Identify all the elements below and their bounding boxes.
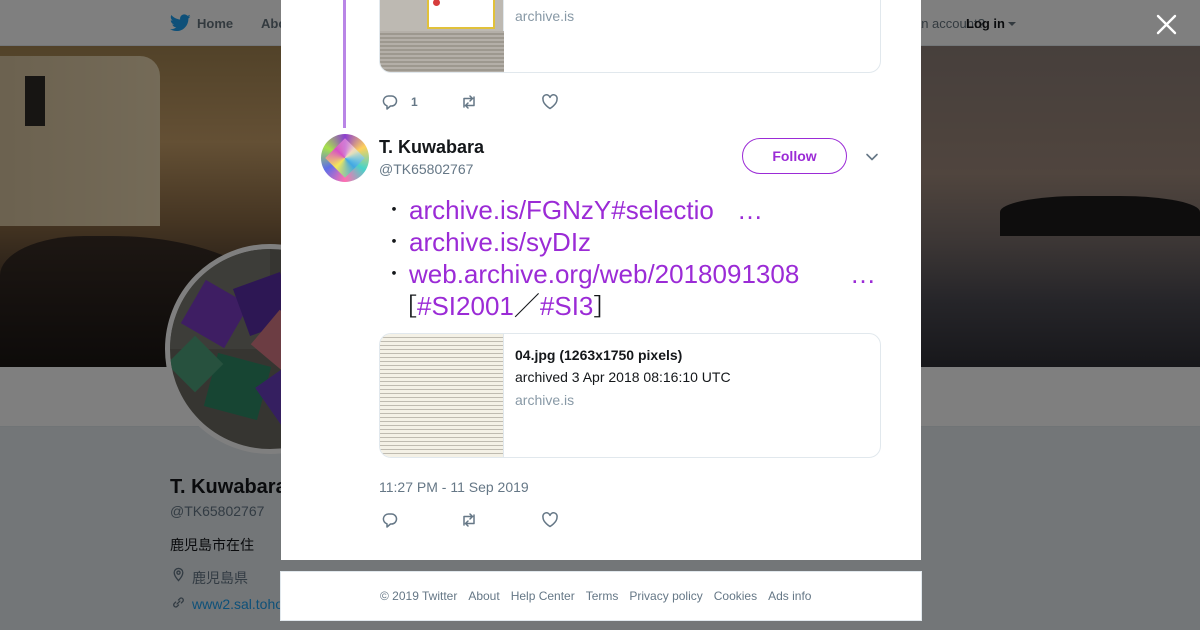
tweet-line: ・ web.archive.org/web/2018091308 … [385, 258, 885, 290]
footer-link-privacy[interactable]: Privacy policy [629, 589, 702, 603]
thumbnail-dot [433, 0, 440, 6]
tag-separator: ／ [513, 291, 540, 321]
link-card[interactable]: 04.jpg (1263x1750 pixels) archived 3 Apr… [379, 333, 881, 458]
thumbnail-text-lines [380, 31, 504, 72]
footer-copyright: © 2019 Twitter [380, 589, 458, 603]
retweet-icon [463, 513, 475, 527]
like-icon [542, 512, 558, 528]
retweet-action[interactable] [460, 511, 478, 529]
bullet: ・ [385, 232, 403, 252]
tweet-link[interactable]: archive.is/FGNzY#selectio [409, 194, 714, 226]
chevron-down-icon[interactable] [865, 150, 879, 164]
footer-links: © 2019 Twitter About Help Center Terms P… [380, 589, 811, 603]
reply-icon [382, 95, 398, 110]
link-ellipsis: … [737, 195, 763, 225]
tweet-line: ・ archive.is/syDIz [385, 226, 885, 258]
card-thumbnail [380, 0, 504, 72]
card-domain: archive.is [515, 392, 575, 408]
author-handle[interactable]: @TK65802767 [379, 161, 473, 177]
card-title: 04.jpg (1263x1750 pixels) [515, 347, 683, 363]
bullet: ・ [385, 200, 403, 220]
footer-link-about[interactable]: About [468, 589, 499, 603]
footer-link-cookies[interactable]: Cookies [714, 589, 757, 603]
bullet: ・ [385, 264, 403, 284]
close-icon[interactable] [1156, 14, 1177, 35]
thumbnail-document [427, 0, 495, 29]
avatar-pattern [325, 138, 365, 178]
like-action[interactable] [541, 511, 559, 529]
bracket-close: ］ [593, 294, 618, 321]
tweet-text: ・ archive.is/FGNzY#selectio … ・ archive.… [385, 194, 885, 322]
hashtag[interactable]: #SI3 [540, 291, 594, 321]
tweet-link[interactable]: web.archive.org/web/2018091308 [409, 258, 799, 290]
tweet-line: ［#SI2001／#SI3］ [385, 290, 885, 322]
previous-tweet-card[interactable]: archive.is [379, 0, 881, 73]
retweet-action[interactable] [460, 93, 478, 111]
tweet-modal: archive.is 1 T. Kuwabara @TK65802767 Fol… [281, 0, 921, 560]
reply-action[interactable]: 1 [381, 93, 418, 111]
footer-link-ads-info[interactable]: Ads info [768, 589, 811, 603]
card-thumbnail [380, 334, 504, 457]
hashtag-group: ［#SI2001／#SI3］ [393, 290, 617, 324]
author-avatar[interactable] [321, 134, 369, 182]
author-name[interactable]: T. Kuwabara [379, 137, 484, 158]
hashtag[interactable]: #SI2001 [417, 291, 514, 321]
modal-footer: © 2019 Twitter About Help Center Terms P… [280, 571, 922, 621]
reply-count: 1 [411, 95, 418, 109]
footer-link-help-center[interactable]: Help Center [511, 589, 575, 603]
bracket-open: ［ [393, 294, 417, 321]
card-domain: archive.is [515, 8, 575, 24]
reply-action[interactable] [381, 511, 399, 529]
card-description: archived 3 Apr 2018 08:16:10 UTC [515, 369, 731, 385]
tweet-timestamp[interactable]: 11:27 PM - 11 Sep 2019 [379, 479, 529, 495]
like-icon [542, 94, 558, 110]
tweet-line: ・ archive.is/FGNzY#selectio … [385, 194, 885, 226]
retweet-icon [463, 95, 475, 109]
thread-line [343, 0, 346, 128]
footer-link-terms[interactable]: Terms [586, 589, 619, 603]
tweet-link[interactable]: archive.is/syDIz [409, 226, 591, 258]
like-action[interactable] [541, 93, 559, 111]
reply-icon [382, 513, 398, 528]
link-ellipsis: … [850, 259, 876, 289]
follow-button[interactable]: Follow [742, 138, 847, 174]
